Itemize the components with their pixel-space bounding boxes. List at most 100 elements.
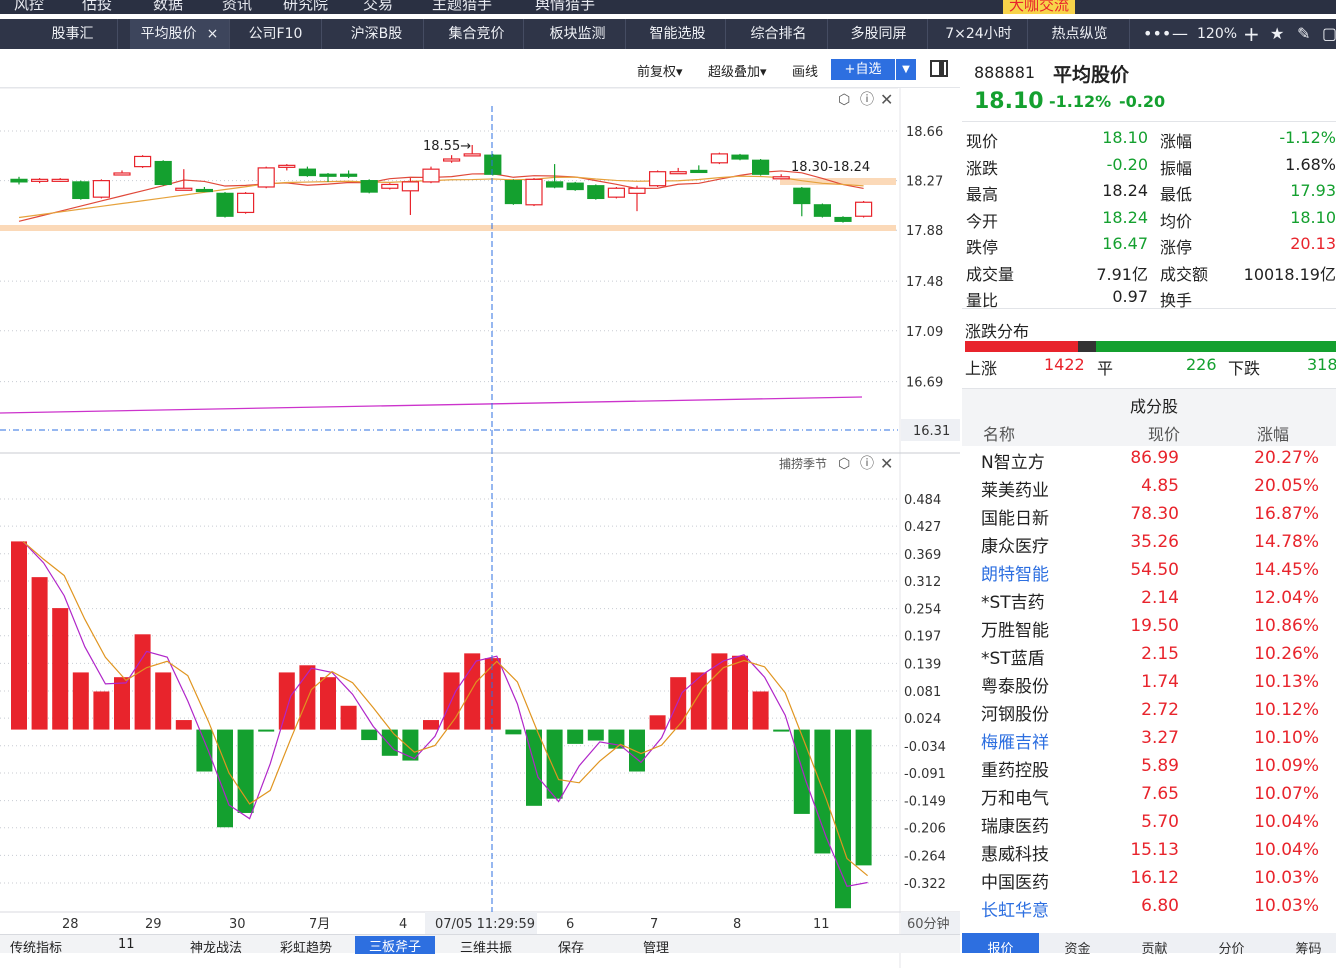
col-name-header[interactable]: 名称 — [983, 421, 1015, 445]
constituent-price: 16.12 — [1130, 868, 1179, 888]
draw-line-button[interactable]: 画线 — [792, 61, 818, 80]
constituent-name[interactable]: 瑞康医药 — [981, 812, 1049, 837]
tab-10[interactable]: 热点纵览 — [1030, 19, 1130, 49]
quote-tab[interactable]: 贡献 — [1116, 933, 1193, 957]
indicator-tab[interactable]: 三板斧子 — [355, 936, 436, 955]
period-label[interactable]: 60分钟 — [907, 916, 950, 932]
quote-value: 18.10 — [1290, 207, 1336, 227]
indicator-bar — [608, 729, 625, 749]
constituent-name[interactable]: 河钢股份 — [981, 700, 1049, 725]
tab-7[interactable]: 综合排名 — [730, 19, 828, 49]
constituent-name[interactable]: 万胜智能 — [981, 616, 1049, 641]
quote-value: 16.47 — [1102, 234, 1148, 253]
indicator-tab[interactable]: 神龙战法 — [190, 937, 242, 956]
price-tick: 17.88 — [906, 224, 943, 239]
top-menu-item[interactable]: 数据 — [153, 0, 183, 14]
pen-icon[interactable]: ✎ — [1297, 19, 1310, 49]
quote-label: 涨跌 — [966, 158, 999, 178]
close-icon[interactable]: ✕ — [880, 454, 893, 473]
zoom-out-icon[interactable]: — — [1172, 19, 1188, 49]
constituent-pct: 10.04% — [1254, 840, 1319, 860]
zoom-in-icon[interactable]: + — [1243, 19, 1260, 49]
panel-icon[interactable]: ▢ — [1322, 19, 1336, 49]
indicator-tab[interactable]: 保存 — [558, 937, 584, 956]
quote-tab[interactable]: 资金 — [1039, 933, 1116, 957]
top-menu-item[interactable]: 研究院 — [283, 0, 328, 14]
time-tick: 28 — [62, 917, 79, 932]
more-icon[interactable]: ••• — [1143, 19, 1171, 49]
constituent-name[interactable]: 朗特智能 — [981, 560, 1049, 585]
quote-tab[interactable]: 筹码 — [1270, 933, 1336, 957]
tab-9[interactable]: 7×24小时 — [930, 19, 1028, 49]
quote-tab[interactable]: 分价 — [1193, 933, 1270, 957]
tab-6[interactable]: 智能选股 — [630, 19, 726, 49]
price-tick: 18.27 — [906, 175, 943, 190]
constituent-name[interactable]: *ST吉药 — [981, 588, 1045, 613]
help-icon[interactable]: ⓘ — [860, 456, 874, 472]
top-menu-item[interactable]: 舆情猎手 — [535, 0, 595, 14]
constituent-price: 78.30 — [1130, 504, 1179, 524]
close-icon[interactable]: × — [207, 26, 219, 42]
help-icon[interactable]: ⓘ — [860, 92, 874, 108]
tab-4[interactable]: 集合竞价 — [430, 19, 524, 49]
constituent-name[interactable]: 莱美药业 — [981, 476, 1049, 501]
candle-body — [72, 181, 90, 200]
constituent-name[interactable]: 中国医药 — [981, 868, 1049, 893]
constituent-name[interactable]: N智立方 — [981, 448, 1045, 473]
constituent-price: 86.99 — [1130, 448, 1179, 468]
constituent-name[interactable]: 梅雁吉祥 — [981, 728, 1049, 753]
quote-label: 涨幅 — [1160, 132, 1193, 151]
toggle-panel-icon[interactable] — [930, 60, 948, 77]
top-menu-item[interactable]: 估投 — [82, 0, 112, 14]
tab-8[interactable]: 多股同屏 — [830, 19, 928, 49]
indicator-bar — [711, 653, 728, 730]
time-tick: 4 — [399, 917, 407, 932]
sub-tick: 0.081 — [904, 685, 941, 700]
indicator-tab[interactable]: 11 — [118, 937, 135, 952]
tab-1[interactable]: 平均股价 × — [130, 19, 230, 49]
community-button[interactable]: 大咖交流 — [1003, 0, 1076, 14]
settings-icon[interactable]: ⬡ — [838, 92, 850, 108]
quote-tab[interactable]: 报价 — [962, 933, 1039, 957]
top-menu-item[interactable]: 交易 — [363, 0, 393, 14]
candle-body — [92, 180, 111, 198]
indicator-tab[interactable]: 传统指标 — [10, 937, 62, 956]
add-watchlist-dropdown-icon[interactable]: ▼ — [896, 59, 916, 80]
fuquan-dropdown[interactable]: 前复权▾ — [637, 61, 683, 80]
tab-2[interactable]: 公司F10 — [230, 19, 322, 49]
add-watchlist-button[interactable]: +自选 — [831, 59, 895, 80]
price-tick: 17.09 — [906, 325, 943, 340]
indicator-tab[interactable]: 三维共振 — [460, 937, 512, 956]
distribution-bar — [965, 341, 1336, 352]
close-icon[interactable]: ✕ — [880, 90, 893, 109]
ma-slow-line — [18, 175, 864, 219]
constituent-name[interactable]: 长虹华意 — [981, 896, 1049, 921]
col-pct-header[interactable]: 涨幅 — [1257, 421, 1289, 445]
tab-5[interactable]: 板块监测 — [530, 19, 626, 49]
kline-chart[interactable]: 18.30-18.2418.55→ 18.6618.2717.8817.4817… — [0, 88, 960, 968]
tab-0[interactable]: 股事汇 — [28, 19, 118, 49]
constituent-name[interactable]: 国能日新 — [981, 504, 1049, 529]
constituent-name[interactable]: 惠威科技 — [981, 840, 1049, 865]
top-menu-item[interactable]: 资讯 — [222, 0, 252, 14]
indicator-bar — [752, 691, 769, 730]
constituent-name[interactable]: 康众医疗 — [981, 532, 1049, 557]
indicator-tab[interactable]: 管理 — [643, 937, 669, 956]
quote-value: 18.10 — [1102, 128, 1148, 147]
indicator-name[interactable]: 捕捞季节 — [779, 456, 827, 471]
candle-body — [587, 185, 605, 200]
overlay-dropdown[interactable]: 超级叠加▾ — [708, 61, 767, 80]
constituent-name[interactable]: 万和电气 — [981, 784, 1049, 809]
indicator-bar — [340, 705, 357, 730]
settings-icon[interactable]: ⬡ — [838, 456, 850, 472]
quote-tabs: 报价 资金 贡献 分价 筹码 — [962, 933, 1336, 957]
top-menu-item[interactable]: 风控 — [14, 0, 44, 14]
constituent-name[interactable]: *ST蓝盾 — [981, 644, 1045, 669]
indicator-tab[interactable]: 彩虹趋势 — [280, 937, 332, 956]
constituent-name[interactable]: 重药控股 — [981, 756, 1049, 781]
col-price-header[interactable]: 现价 — [1148, 421, 1180, 445]
tab-3[interactable]: 沪深B股 — [330, 19, 424, 49]
star-icon[interactable]: ★ — [1270, 19, 1284, 49]
top-menu-item[interactable]: 主题猎手 — [432, 0, 492, 14]
constituent-name[interactable]: 粤泰股份 — [981, 672, 1049, 697]
